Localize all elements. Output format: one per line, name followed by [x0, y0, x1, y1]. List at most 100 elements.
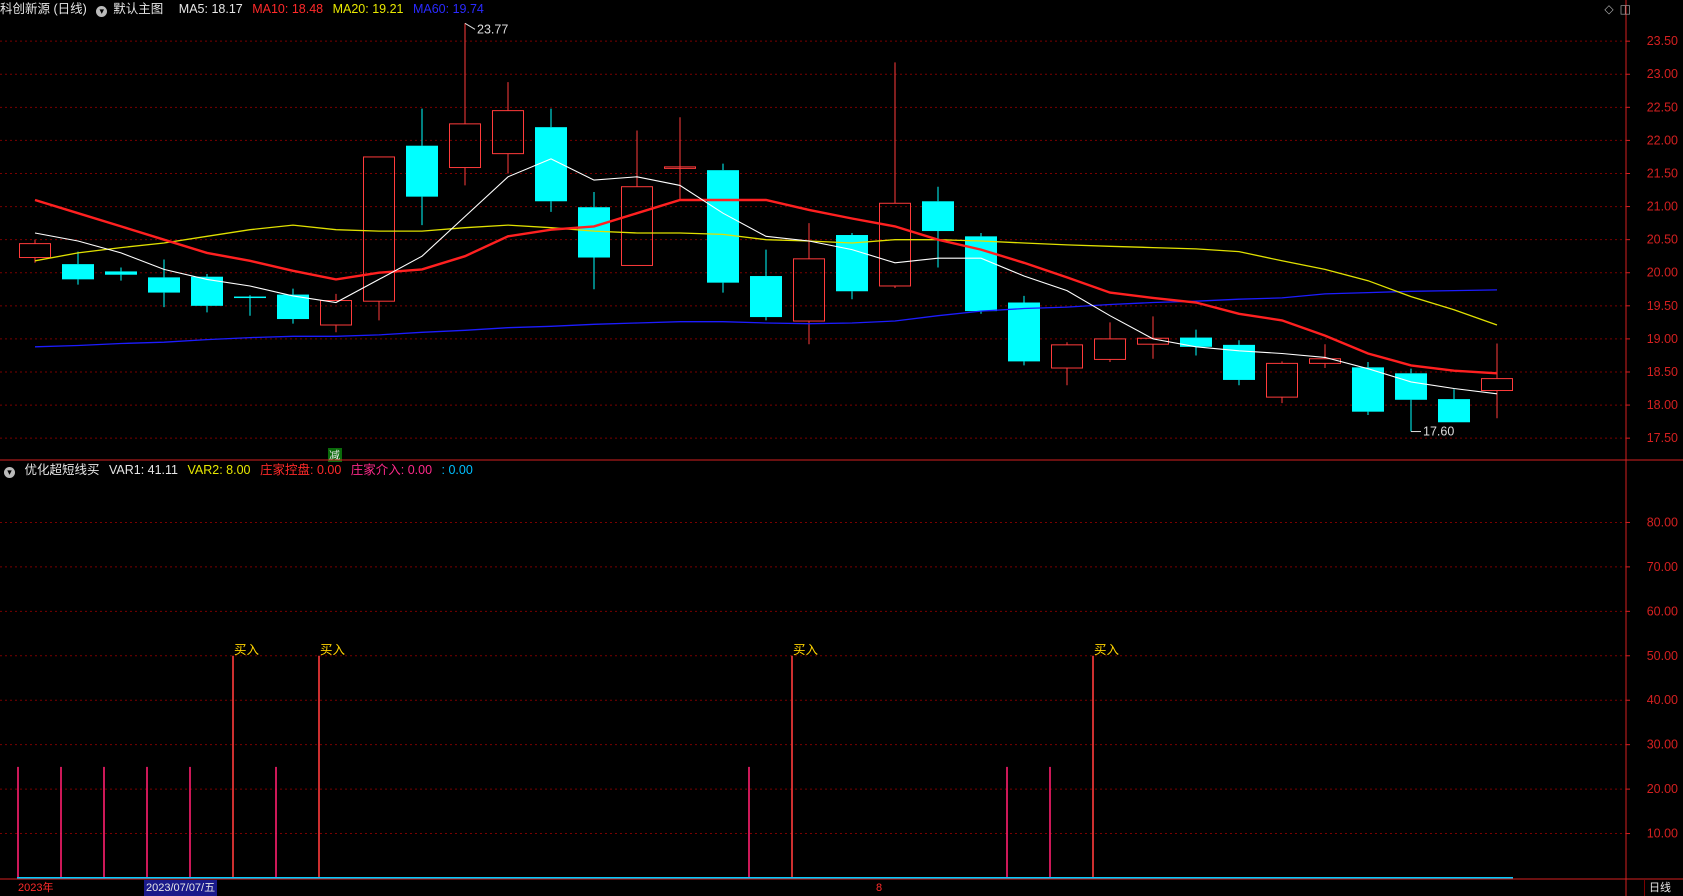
candle[interactable] — [492, 82, 524, 174]
candle-body — [1180, 337, 1212, 347]
indicator-name[interactable]: 优化超短线买 — [24, 463, 99, 477]
y-tick-label: 50.00 — [1647, 649, 1678, 663]
extreme-label: 17.60 — [1423, 425, 1454, 439]
candle[interactable] — [707, 163, 739, 293]
y-tick-label: 19.50 — [1647, 299, 1678, 313]
candle[interactable] — [449, 23, 481, 186]
y-tick-label: 21.00 — [1647, 200, 1678, 214]
candle-body — [621, 186, 653, 266]
candle[interactable] — [1137, 316, 1169, 359]
candle[interactable] — [363, 156, 395, 321]
panel-icon[interactable]: ◫ — [1620, 2, 1631, 16]
candle-body — [1438, 399, 1470, 423]
month-label: 8 — [876, 882, 883, 894]
candle-body — [320, 300, 352, 326]
candle-body — [922, 201, 954, 232]
buy-label: 买入 — [793, 642, 819, 657]
candle[interactable] — [1051, 342, 1083, 386]
candle-body — [1395, 373, 1427, 400]
candle[interactable] — [1008, 295, 1040, 366]
extreme-label: 23.77 — [477, 22, 508, 36]
candle-body — [234, 296, 266, 299]
candle[interactable] — [535, 108, 567, 212]
template-label: 默认主图 — [113, 2, 164, 16]
candle[interactable] — [1438, 389, 1470, 423]
price-axis: 17.50 18.00 18.50 19.00 19.50 20.00 20.50 21.00… — [0, 0, 1683, 896]
stock-title[interactable]: 科创新源 (日线) — [0, 2, 87, 16]
candle[interactable] — [879, 62, 911, 288]
y-tick-label: 18.50 — [1647, 365, 1678, 379]
y-tick-label: 23.50 — [1647, 34, 1678, 48]
candle-body — [492, 110, 524, 155]
y-tick-label: 70.00 — [1647, 560, 1678, 574]
candle-body — [1309, 358, 1341, 364]
grid-layer — [0, 40, 1626, 835]
extra-label: : 0.00 — [441, 463, 473, 477]
candle-body — [1352, 367, 1384, 412]
candle[interactable] — [965, 233, 997, 314]
y-tick-label: 21.50 — [1647, 166, 1678, 180]
collapse-icon[interactable]: ▾ — [96, 6, 108, 17]
buy-label: 买入 — [320, 642, 346, 657]
candle[interactable] — [922, 186, 954, 268]
sub-chart[interactable]: 买入 买入 买入 买入 — [17, 642, 1513, 879]
candle-body — [1481, 378, 1513, 392]
y-tick-label: 10.00 — [1647, 827, 1678, 841]
candle[interactable] — [1223, 340, 1255, 386]
candle-body — [750, 276, 782, 318]
ma20-label: MA20: 19.21 — [332, 2, 404, 16]
candle-body — [62, 264, 94, 280]
candle[interactable] — [1094, 322, 1126, 363]
year-label: 2023年 — [18, 882, 54, 894]
y-tick-label: 22.00 — [1647, 133, 1678, 147]
diamond-icon[interactable]: ◇ — [1604, 2, 1613, 16]
y-tick-label: 22.50 — [1647, 100, 1678, 114]
candle-body — [277, 294, 309, 320]
cursor-date: 2023/07/07/五 — [144, 880, 218, 896]
candle-body — [449, 123, 481, 169]
y-tick-label: 20.00 — [1647, 782, 1678, 796]
candle[interactable] — [1352, 362, 1384, 415]
candle[interactable] — [750, 249, 782, 321]
candle[interactable] — [1481, 343, 1513, 419]
date-axis: 2023年 2023/07/07/五 8 日线 — [0, 880, 1683, 896]
y-tick-label: 23.00 — [1647, 67, 1678, 81]
ma60-label: MA60: 19.74 — [412, 2, 484, 16]
var2-label: VAR2: 8.00 — [187, 463, 251, 477]
candle[interactable] — [664, 117, 696, 200]
candle[interactable] — [105, 267, 137, 281]
template-menu[interactable]: ▾ 默认主图 — [96, 2, 169, 17]
candle[interactable] — [1180, 329, 1212, 356]
buy-label: 买入 — [1094, 642, 1120, 657]
candle[interactable] — [62, 251, 94, 285]
y-tick-label: 19.00 — [1647, 332, 1678, 346]
candle-body — [578, 207, 610, 258]
y-tick-label: 17.50 — [1647, 431, 1678, 445]
candle[interactable] — [406, 108, 438, 226]
candle-body — [879, 202, 911, 287]
candle[interactable] — [320, 293, 352, 333]
candle-body — [1266, 362, 1298, 398]
buy-label: 买入 — [234, 642, 260, 657]
candle-body — [105, 271, 137, 275]
sub-chart-header: ▾ 优化超短线买 VAR1: 41.11 VAR2: 8.00 庄家控盘: 0.… — [0, 461, 479, 479]
period-label[interactable]: 日线 — [1644, 880, 1671, 896]
candle-body — [1008, 302, 1040, 362]
collapse-icon[interactable]: ▾ — [4, 467, 15, 478]
var1-label: VAR1: 41.11 — [108, 463, 179, 477]
y-tick-label: 80.00 — [1647, 515, 1678, 529]
window-controls: ◇ ◫ — [1598, 2, 1631, 16]
chart-canvas: 23.7717.60减 买入 买入 买入 买入 17.5018.0018.5019.0… — [0, 0, 1683, 896]
candle[interactable] — [621, 130, 653, 266]
candle-body — [793, 258, 825, 322]
ma5-label: MA5: 18.17 — [178, 2, 243, 16]
y-tick-label: 40.00 — [1647, 693, 1678, 707]
candle-body — [707, 170, 739, 283]
candle-body — [19, 243, 51, 259]
y-tick-label: 20.00 — [1647, 266, 1678, 280]
candle[interactable] — [148, 259, 180, 308]
main-chart[interactable]: 23.7717.60减 — [19, 22, 1513, 462]
candle[interactable] — [1266, 361, 1298, 404]
candle-body — [1094, 338, 1126, 360]
ma10-label: MA10: 18.48 — [252, 2, 324, 16]
